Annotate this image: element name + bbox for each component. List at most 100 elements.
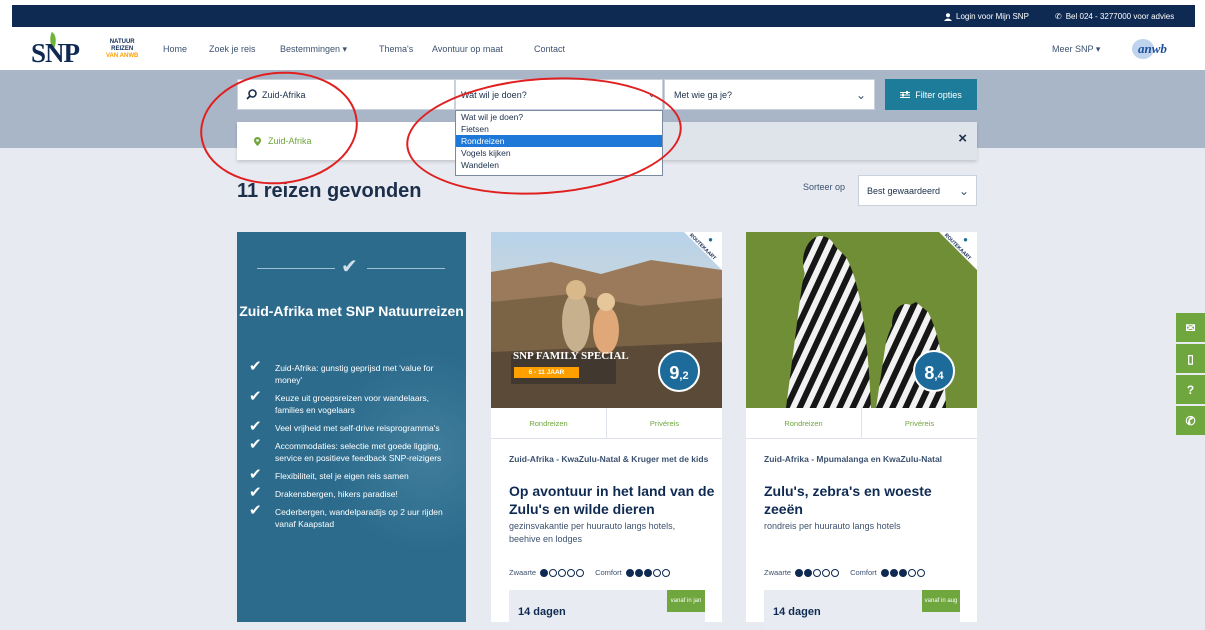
family-label: SNP FAMILY SPECIAL xyxy=(513,350,629,362)
vanaf-badge: vanaf in jan xyxy=(667,590,705,612)
close-icon[interactable]: × xyxy=(958,130,967,147)
dropdown-option[interactable]: Wandelen xyxy=(456,159,662,171)
divider xyxy=(257,268,335,269)
zwaarte-dots xyxy=(795,568,840,578)
promo-point: ✔ Keuze uit groepsreizen voor wandelaars,… xyxy=(249,388,430,415)
activity-dropdown-list: Wat wil je doen? Fietsen Rondreizen Voge… xyxy=(455,110,663,176)
check-icon: ✔ xyxy=(249,388,262,405)
mobile-icon[interactable]: ▯ xyxy=(1176,344,1205,373)
mail-icon[interactable]: ✉ xyxy=(1176,313,1205,342)
filter-options-button[interactable]: Filter opties xyxy=(885,79,977,110)
login-label: Login voor Mijn SNP xyxy=(956,12,1029,21)
promo-list: ✔ Zuid-Afrika: gunstig geprijsd met 'valu… xyxy=(249,358,459,536)
trip-location: Zuid-Afrika - Mpumalanga en KwaZulu-Nata… xyxy=(764,454,943,464)
nav-meer-snp[interactable]: Meer SNP ▾ xyxy=(1052,44,1100,55)
check-icon: ✔ xyxy=(249,358,262,375)
dropdown-option[interactable]: Vogels kijken xyxy=(456,147,662,159)
trip-ratings: Zwaarte Comfort xyxy=(509,568,671,578)
promo-title: Zuid-Afrika met SNP Natuurreizen xyxy=(239,303,464,319)
rating-score: 8,4 xyxy=(913,350,955,392)
trip-title[interactable]: Op avontuur in het land van de Zulu's en… xyxy=(509,482,719,518)
sort-label: Sorteer op xyxy=(803,182,846,192)
dropdown-option-selected[interactable]: Rondreizen xyxy=(456,135,662,147)
dropdown-option[interactable]: Wat wil je doen? xyxy=(456,111,662,123)
duration: 14 dagen xyxy=(518,606,566,618)
chevron-down-icon: ▾ xyxy=(342,44,348,54)
company-value: Met wie ga je? xyxy=(674,89,733,100)
tab-rondreizen[interactable]: Rondreizen xyxy=(491,408,607,438)
duration-box: 14 dagen vanaf in jan xyxy=(509,590,705,630)
suggestion-item[interactable]: Zuid-Afrika xyxy=(237,122,455,160)
map-pin-icon: ● xyxy=(963,235,968,244)
anwb-logo[interactable]: anwb xyxy=(1129,37,1177,61)
search-icon xyxy=(246,89,257,100)
main-nav: SNP NATUUR REIZEN VAN ANWB Home Zoek je re… xyxy=(0,30,1205,70)
sliders-icon xyxy=(900,90,911,98)
check-icon: ✔ xyxy=(249,418,262,435)
check-icon: ✔ xyxy=(249,466,262,483)
trip-card[interactable]: SNP FAMILY SPECIAL 6 - 11 JAAR 9,2 ● ROU… xyxy=(491,232,722,630)
dropdown-option[interactable]: Fietsen xyxy=(456,123,662,135)
destination-field[interactable]: Zuid-Afrika xyxy=(237,79,455,110)
nav-themas[interactable]: Thema's xyxy=(379,44,413,54)
sort-value: Best gewaardeerd xyxy=(867,185,941,196)
zwaarte-dots xyxy=(540,568,585,578)
nav-bestemmingen[interactable]: Bestemmingen ▾ xyxy=(280,44,347,55)
activity-select[interactable]: Wat wil je doen? ⌄ xyxy=(455,79,663,110)
location-pin-icon xyxy=(254,136,261,146)
promo-point: ✔ Cederbergen, wandelparadijs op 2 uur ri… xyxy=(249,502,443,529)
phone-icon: ✆ xyxy=(1055,12,1062,21)
tab-privereis[interactable]: Privéreis xyxy=(862,408,977,438)
trip-description: rondreis per huurauto langs hotels xyxy=(764,521,901,531)
duration-box: 14 dagen vanaf in aug xyxy=(764,590,960,630)
nav-contact[interactable]: Contact xyxy=(534,44,565,54)
check-icon: ✔ xyxy=(249,436,262,453)
promo-point: ✔ Drakensbergen, hikers paradise! xyxy=(249,484,398,501)
rating-score: 9,2 xyxy=(658,350,700,392)
phone-link[interactable]: ✆ Bel 024 - 3277000 voor advies xyxy=(1055,12,1174,21)
check-icon: ✔ xyxy=(249,484,262,501)
chevron-down-icon: ⌄ xyxy=(855,87,866,102)
logo-text: SNP xyxy=(31,38,80,68)
check-icon: ✔ xyxy=(341,256,358,278)
check-icon: ✔ xyxy=(249,502,262,519)
login-link[interactable]: Login voor Mijn SNP xyxy=(944,12,1029,21)
nav-avontuur[interactable]: Avontuur op maat xyxy=(432,44,503,54)
map-pin-icon: ● xyxy=(708,235,713,244)
logo-subtitle: NATUUR REIZEN VAN ANWB xyxy=(106,39,139,59)
promo-point: ✔ Flexibiliteit, stel je eigen reis samen xyxy=(249,466,409,483)
chevron-down-icon: ⌄ xyxy=(958,183,969,198)
nav-zoek[interactable]: Zoek je reis xyxy=(209,44,256,54)
divider xyxy=(367,268,445,269)
comfort-dots xyxy=(625,568,671,578)
top-utility-bar: Login voor Mijn SNP ✆ Bel 024 - 3277000 … xyxy=(0,0,1205,30)
help-icon[interactable]: ? xyxy=(1176,375,1205,404)
card-tabs: Rondreizen Privéreis xyxy=(491,408,722,439)
promo-point: ✔ Veel vrijheid met self-drive reisprogra… xyxy=(249,418,440,435)
vanaf-badge: vanaf in aug xyxy=(922,590,960,612)
family-age-badge: 6 - 11 JAAR xyxy=(514,367,579,378)
promo-panel: ✔ Zuid-Afrika met SNP Natuurreizen ✔ Zuid… xyxy=(237,232,466,622)
trip-ratings: Zwaarte Comfort xyxy=(764,568,926,578)
activity-value: Wat wil je doen? xyxy=(461,89,527,100)
promo-point: ✔ Accommodaties: selectie met goede liggi… xyxy=(249,436,442,463)
trip-title[interactable]: Zulu's, zebra's en woeste zeeën xyxy=(764,482,974,518)
destination-value: Zuid-Afrika xyxy=(262,89,306,100)
snp-logo[interactable]: SNP NATUUR REIZEN VAN ANWB xyxy=(31,32,141,68)
nav-home[interactable]: Home xyxy=(163,44,187,54)
filter-label: Filter opties xyxy=(915,89,962,100)
tab-privereis[interactable]: Privéreis xyxy=(607,408,722,438)
card-tabs: Rondreizen Privéreis xyxy=(746,408,977,439)
user-icon xyxy=(944,12,952,21)
sort-select[interactable]: Best gewaardeerd ⌄ xyxy=(858,175,977,206)
company-select[interactable]: Met wie ga je? ⌄ xyxy=(664,79,875,110)
phone-icon[interactable]: ✆ xyxy=(1176,406,1205,435)
tab-rondreizen[interactable]: Rondreizen xyxy=(746,408,862,438)
chevron-down-icon: ⌄ xyxy=(647,89,656,100)
results-title: 11 reizen gevonden xyxy=(237,180,422,202)
duration: 14 dagen xyxy=(773,606,821,618)
trip-card[interactable]: 8,4 ● ROUTEKAART Rondreizen Privéreis Zu… xyxy=(746,232,977,630)
svg-text:anwb: anwb xyxy=(1138,41,1167,56)
side-contact-bar: ✉ ▯ ? ✆ xyxy=(1176,313,1205,437)
promo-point: ✔ Zuid-Afrika: gunstig geprijsd met 'valu… xyxy=(249,358,434,385)
